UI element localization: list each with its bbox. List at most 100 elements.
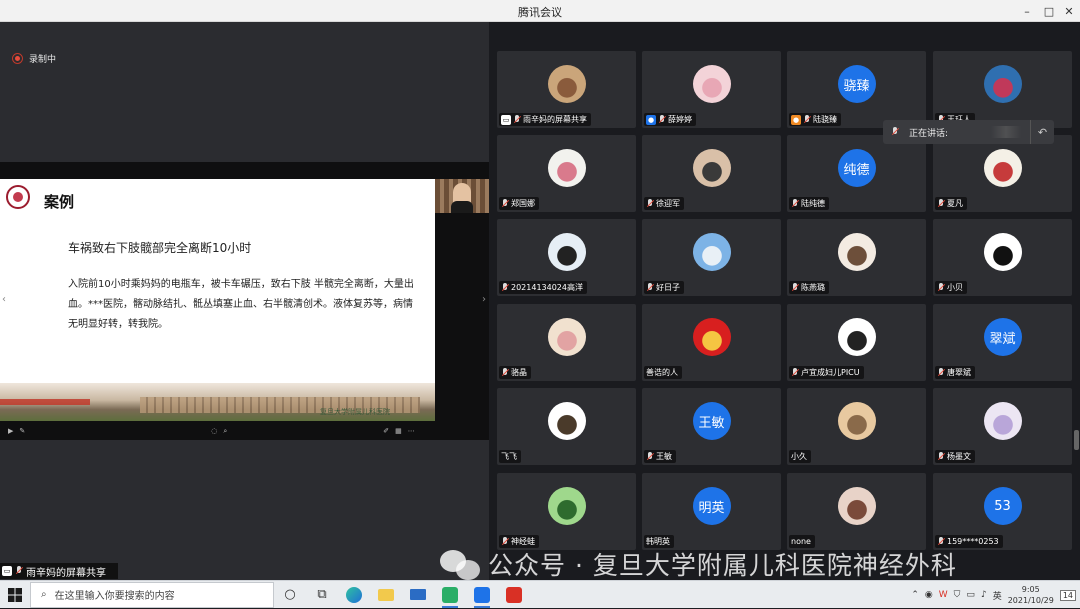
participant-name: 杨墨文: [947, 452, 971, 461]
participant-gallery: ▭雨辛妈的屏幕共享 ● 薛婷婷 骁臻●陆骁臻王珏人郑国娜徐迎军纯德陆纯德夏凡 20214…: [489, 22, 1080, 580]
participant-photo-avatar: [547, 318, 586, 356]
participant-tile[interactable]: 纯德 陆纯德: [787, 135, 926, 212]
pen-icon[interactable]: ✎: [19, 427, 25, 435]
participant-photo-avatar: [547, 233, 586, 271]
participant-tile[interactable]: 郑国娜: [497, 135, 636, 212]
participant-nameplate: 夏凡: [935, 197, 967, 210]
participant-nameplate: 陆纯德: [789, 197, 829, 210]
participant-photo-avatar: [983, 149, 1022, 187]
search-icon: ⌕: [41, 589, 47, 600]
mic-muted-icon: [646, 282, 654, 293]
file-explorer-icon[interactable]: [370, 581, 402, 609]
tencent-meeting-icon[interactable]: [466, 581, 498, 609]
participant-name: 好日子: [656, 283, 680, 292]
recording-indicator[interactable]: 录制中: [12, 52, 56, 65]
grid-icon[interactable]: ▦: [395, 427, 402, 435]
taskbar-search[interactable]: ⌕ 在这里输入你要搜索的内容: [30, 581, 274, 608]
ime-icon[interactable]: 英: [993, 589, 1002, 602]
close-button[interactable]: ✕: [1056, 0, 1080, 22]
participant-tile[interactable]: 骁臻 ● 陆骁臻: [787, 51, 926, 128]
zoom-icon[interactable]: ⌕: [223, 427, 227, 436]
avatar-image: [837, 402, 876, 440]
presenter-video[interactable]: [435, 179, 489, 213]
wps-icon[interactable]: [498, 581, 530, 609]
participant-initials-avatar: 王敏: [692, 402, 731, 440]
participant-tile[interactable]: 小贝: [933, 219, 1072, 296]
task-view-icon[interactable]: ⧉: [306, 581, 338, 609]
participant-tile[interactable]: 20214134024高洋: [497, 219, 636, 296]
participant-nameplate: 飞飞: [499, 450, 521, 463]
participant-tile[interactable]: 王敏 王敏: [642, 388, 781, 465]
participant-tile[interactable]: 神经蛙: [497, 473, 636, 550]
annotate-icon[interactable]: ✐: [383, 427, 389, 435]
clock-date: 2021/10/29: [1007, 596, 1054, 605]
tray-arrow-icon[interactable]: ⌃: [911, 590, 919, 600]
avatar-image: [983, 65, 1022, 103]
participant-tile[interactable]: 陈燕璐: [787, 219, 926, 296]
participant-photo-avatar: [837, 233, 876, 271]
participant-tile[interactable]: 翠斌 唐翠斌: [933, 304, 1072, 381]
pointer-icon[interactable]: ◌: [211, 427, 217, 435]
participant-tile[interactable]: ▭ 雨辛妈的屏幕共享: [497, 51, 636, 128]
participant-name: 陆骁臻: [813, 115, 837, 124]
wechat-app-icon[interactable]: [434, 581, 466, 609]
participant-photo-avatar: [983, 233, 1022, 271]
wps-tray-icon[interactable]: W: [939, 590, 948, 600]
participant-tile[interactable]: 小久: [787, 388, 926, 465]
share-label-text: 雨辛妈的屏幕共享: [26, 567, 106, 579]
participant-tile[interactable]: 骆晶: [497, 304, 636, 381]
volume-icon[interactable]: ♪: [981, 590, 987, 600]
mic-muted-icon: [791, 198, 799, 209]
notification-badge[interactable]: 14: [1059, 589, 1076, 601]
more-icon[interactable]: ⋯: [408, 427, 415, 435]
taskbar-clock[interactable]: 9:05 2021/10/29: [1008, 584, 1054, 606]
participant-tile[interactable]: 飞飞: [497, 388, 636, 465]
participant-initials-avatar: 53: [983, 487, 1022, 525]
participant-tile[interactable]: 卢宜成妇儿PICU: [787, 304, 926, 381]
participant-tile[interactable]: 53 159****0253: [933, 473, 1072, 550]
tray-app-icon[interactable]: ◉: [925, 590, 933, 600]
start-button[interactable]: [0, 581, 30, 609]
participant-nameplate: ● 薛婷婷: [644, 113, 696, 126]
participant-photo-avatar: [692, 149, 731, 187]
avatar-image: [547, 487, 586, 525]
participant-name: 雨辛妈的屏幕共享: [523, 115, 587, 124]
avatar-image: [837, 487, 876, 525]
participant-tile[interactable]: none: [787, 473, 926, 550]
participant-tile[interactable]: 王珏人: [933, 51, 1072, 128]
participant-name: 卢宜成妇儿PICU: [801, 368, 860, 377]
edge-icon[interactable]: [338, 581, 370, 609]
participant-tile[interactable]: 杨墨文: [933, 388, 1072, 465]
cortana-icon[interactable]: ○: [274, 581, 306, 609]
participant-name: 夏凡: [947, 199, 963, 208]
presentation-slide: 案例 车祸致右下肢髋部完全离断10小时 入院前10小时乘妈妈的电瓶车，被卡车碾压…: [0, 179, 435, 421]
collapse-icon[interactable]: ↶: [1030, 120, 1054, 144]
avatar-image: [983, 402, 1022, 440]
defender-icon[interactable]: ⛉: [954, 590, 961, 600]
shared-screen-panel: 录制中 案例 车祸致右下肢髋部完全离断10小时 入院前10小时乘妈妈的电瓶车，被…: [0, 22, 489, 580]
participant-name: 善诰的人: [646, 368, 678, 377]
participant-nameplate: 小贝: [935, 281, 967, 294]
participant-tile[interactable]: ● 薛婷婷: [642, 51, 781, 128]
play-icon[interactable]: ▶: [8, 427, 13, 435]
participant-tile[interactable]: 善诰的人: [642, 304, 781, 381]
participant-tile[interactable]: 夏凡: [933, 135, 1072, 212]
network-icon[interactable]: ▭: [966, 590, 975, 600]
gallery-scrollbar[interactable]: [1074, 430, 1079, 450]
wechat-icon: [440, 548, 480, 580]
participant-tile[interactable]: 徐迎军: [642, 135, 781, 212]
user-icon: ●: [646, 114, 656, 125]
screen-icon: ▭: [2, 566, 12, 576]
next-slide-arrow-icon[interactable]: ›: [482, 294, 486, 305]
mic-muted-icon: [803, 114, 811, 125]
prev-slide-arrow-icon[interactable]: ‹: [2, 294, 6, 305]
participant-photo-avatar: [837, 402, 876, 440]
window-title: 腾讯会议: [518, 6, 562, 19]
participant-photo-avatar: [547, 402, 586, 440]
system-tray: ⌃ ◉ W ⛉ ▭ ♪ 英 9:05 2021/10/29 14: [911, 581, 1080, 609]
participant-tile[interactable]: 明英 韩明英: [642, 473, 781, 550]
participant-tile[interactable]: 好日子: [642, 219, 781, 296]
participant-name: 薛婷婷: [668, 115, 692, 124]
mail-icon[interactable]: [402, 581, 434, 609]
participant-name: 唐翠斌: [947, 368, 971, 377]
